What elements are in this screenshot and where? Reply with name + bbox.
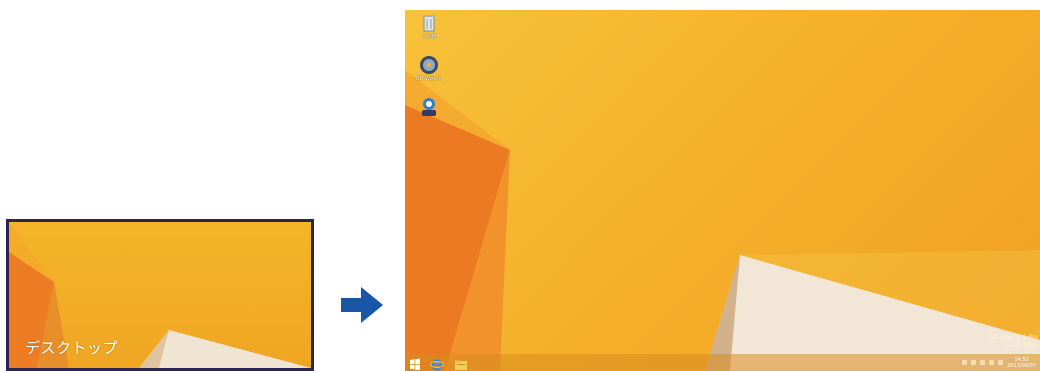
desktop-tile-wallpaper: デスクトップ (9, 222, 311, 368)
desktop-icon-recycle-bin[interactable]: ごみ箱 (411, 12, 447, 40)
desktop-screen: ごみ箱 CD Wizard Windows 8.1 Pro Build 9600 (405, 10, 1040, 371)
desktop-tile[interactable]: デスクトップ (6, 219, 314, 371)
start-icon[interactable] (408, 356, 422, 371)
tray-flag-icon[interactable] (971, 360, 977, 365)
watermark-line-1: Windows 8.1 Pro (988, 334, 1038, 341)
internet-explorer-icon[interactable] (430, 356, 444, 371)
desktop-icon-cd-wizard[interactable]: CD Wizard (411, 54, 447, 82)
tray-ime-icon[interactable] (998, 360, 1004, 365)
network-user-icon (418, 96, 440, 118)
tray-chevron-icon[interactable] (962, 360, 968, 365)
clock-date: 2013/09/07 (1007, 362, 1036, 369)
cd-wizard-label: CD Wizard (416, 76, 442, 82)
tile-label: デスクトップ (25, 339, 119, 357)
recycle-bin-label: ごみ箱 (421, 34, 437, 40)
taskbar-clock[interactable]: 14:52 2013/09/07 (1007, 357, 1036, 369)
windows-watermark: Windows 8.1 Pro Build 9600 (988, 334, 1038, 350)
recycle-bin-icon (418, 12, 440, 34)
tray-network-icon[interactable] (980, 360, 986, 365)
taskbar: 14:52 2013/09/07 (405, 354, 1040, 371)
wallpaper (405, 70, 1040, 371)
right-arrow-icon (341, 287, 383, 327)
system-tray: 14:52 2013/09/07 (962, 354, 1036, 371)
file-explorer-icon[interactable] (454, 356, 468, 370)
desktop-icon-network-user[interactable] (411, 96, 447, 118)
cd-disc-icon (418, 54, 440, 76)
tray-volume-icon[interactable] (989, 360, 995, 365)
watermark-line-2: Build 9600 (1005, 342, 1038, 349)
